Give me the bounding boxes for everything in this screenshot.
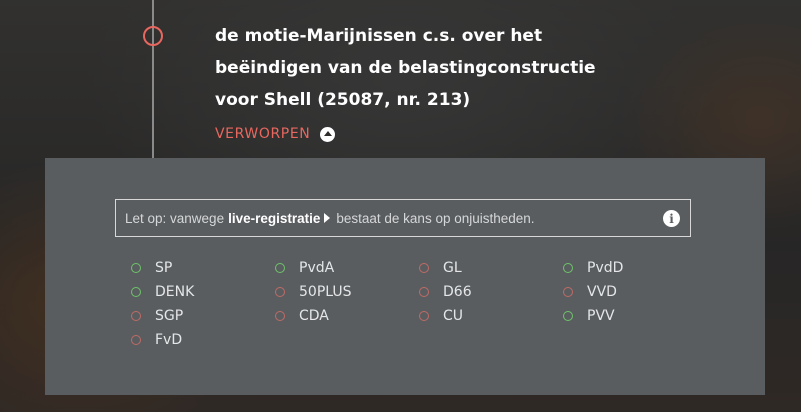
party-vote-item: CU [419,306,563,325]
party-vote-item: PVV [563,306,707,325]
party-name: GL [443,259,462,276]
party-name: SGP [155,307,184,324]
party-vote-list: SP PvdA GL PvdD DENK 50PLUS D66 VVD SGP CDA CU PVV F… [131,258,731,349]
vote-status-icon [131,262,141,273]
timeline-marker-icon [143,26,163,46]
party-vote-item: D66 [419,282,563,301]
result-status-label: VERWORPEN [215,126,311,142]
party-vote-item: GL [419,258,563,277]
vote-status-icon [131,286,141,297]
vote-status-icon [275,286,285,297]
vote-status-icon [563,310,573,321]
party-name: CDA [299,307,329,324]
vote-status-icon [275,262,285,273]
party-name: DENK [155,283,195,300]
live-registratie-link[interactable]: live-registratie [228,211,320,226]
party-vote-item: 50PLUS [275,282,419,301]
party-name: PvdA [299,259,335,276]
party-vote-item: SP [131,258,275,277]
party-vote-item: SGP [131,306,275,325]
arrow-right-icon [324,213,331,223]
notice-prefix: Let op: vanwege [125,210,225,226]
result-toggle[interactable]: VERWORPEN [215,126,336,142]
party-vote-item: DENK [131,282,275,301]
timeline-line [152,0,154,158]
party-name: SP [155,259,173,276]
party-name: PVV [587,307,615,324]
vote-status-icon [419,262,429,273]
party-name: FvD [155,331,183,348]
party-name: VVD [587,283,617,300]
vote-status-icon [563,286,573,297]
party-vote-item: VVD [563,282,707,301]
party-name: D66 [443,283,472,300]
vote-details-panel: Let op: vanwege live-registratie bestaat… [45,158,765,395]
party-vote-item: PvdA [275,258,419,277]
chevron-up-icon[interactable] [320,126,336,142]
party-vote-item: PvdD [563,258,707,277]
vote-status-icon [131,334,141,345]
info-icon[interactable]: i [663,210,680,227]
vote-status-icon [275,310,285,321]
party-vote-item: FvD [131,330,275,349]
vote-status-icon [419,310,429,321]
notice-suffix: bestaat de kans op onjuistheden. [336,210,535,226]
vote-status-icon [131,310,141,321]
party-name: CU [443,307,464,324]
vote-status-icon [419,286,429,297]
motion-title: de motie-Marijnissen c.s. over het beëin… [215,26,596,110]
party-name: PvdD [587,259,624,276]
party-vote-item: CDA [275,306,419,325]
party-name: 50PLUS [299,283,352,300]
live-registration-notice: Let op: vanwege live-registratie bestaat… [115,199,691,237]
vote-status-icon [563,262,573,273]
